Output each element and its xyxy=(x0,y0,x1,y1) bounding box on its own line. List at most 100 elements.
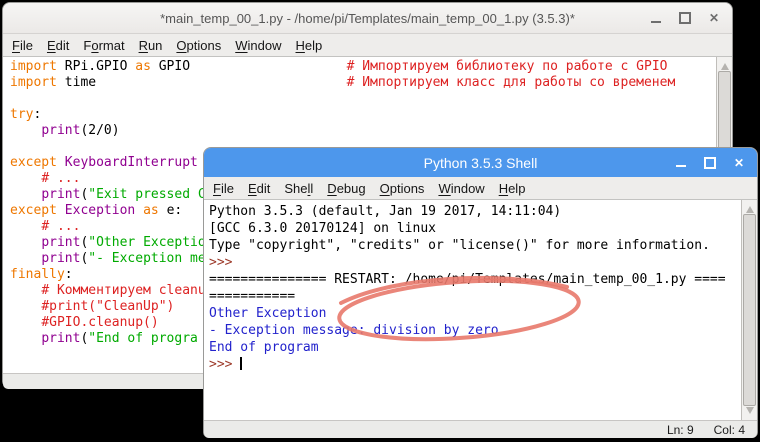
text-segment: : xyxy=(65,267,73,282)
text-segment: =============== RESTART: /home/pi/Templa… xyxy=(209,272,726,287)
text-segment: Type "copyright", "credits" or "license(… xyxy=(209,238,710,253)
shell-text-area[interactable]: Python 3.5.3 (default, Jan 19 2017, 14:1… xyxy=(204,200,741,420)
editor-code-line xyxy=(10,91,716,107)
menu-item-options[interactable]: Options xyxy=(169,38,228,53)
text-segment: KeyboardInterrupt xyxy=(65,155,198,170)
menu-item-shell[interactable]: Shell xyxy=(277,181,320,196)
text-segment: : xyxy=(33,107,41,122)
maximize-button[interactable] xyxy=(703,155,717,171)
text-segment: import xyxy=(10,75,65,90)
scroll-down-icon[interactable] xyxy=(746,407,754,418)
shell-window: Python 3.5.3 Shell ✕ FileEditShellDebugO… xyxy=(203,147,758,438)
maximize-button[interactable] xyxy=(678,10,692,26)
text-segment: "- Exception me xyxy=(88,251,205,266)
text-segment: GPIO xyxy=(159,59,190,74)
text-segment: #GPIO.cleanup() xyxy=(41,315,158,330)
close-icon: ✕ xyxy=(734,157,744,169)
shell-line: - Exception message: division by zero xyxy=(209,322,741,339)
text-segment xyxy=(10,315,41,330)
menu-item-help[interactable]: Help xyxy=(289,38,330,53)
text-segment: End of program xyxy=(209,340,319,355)
text-segment: "Exit pressed C xyxy=(88,187,205,202)
shell-line: =============== RESTART: /home/pi/Templa… xyxy=(209,271,741,288)
column-indicator: Col: 4 xyxy=(714,423,745,437)
text-segment: # Импортируем класс для работы со времен… xyxy=(347,75,676,90)
text-segment xyxy=(10,235,41,250)
minimize-button[interactable] xyxy=(649,10,663,26)
text-segment: print xyxy=(41,251,80,266)
editor-code-line: import RPi.GPIO as GPIO # Импортируем би… xyxy=(10,59,716,75)
menu-item-file[interactable]: File xyxy=(206,181,241,196)
shell-line: End of program xyxy=(209,339,741,356)
menu-item-help[interactable]: Help xyxy=(492,181,533,196)
editor-window-title: *main_temp_00_1.py - /home/pi/Templates/… xyxy=(160,11,575,26)
text-segment: time xyxy=(65,75,96,90)
text-segment xyxy=(10,283,41,298)
menu-item-edit[interactable]: Edit xyxy=(40,38,76,53)
text-segment: # ... xyxy=(41,219,80,234)
text-segment: as xyxy=(143,203,166,218)
text-segment: # ... xyxy=(41,171,80,186)
text-segment: "End of progra xyxy=(88,331,198,346)
shell-line: >>> xyxy=(209,254,741,271)
close-button[interactable]: ✕ xyxy=(707,10,721,26)
menu-item-debug[interactable]: Debug xyxy=(320,181,372,196)
minimize-button[interactable] xyxy=(674,155,688,171)
text-segment: # Импортируем библиотеку по работе с GPI… xyxy=(347,59,668,74)
scroll-up-icon[interactable] xyxy=(746,202,754,213)
text-segment: "Other Exceptio xyxy=(88,235,205,250)
menu-item-window[interactable]: Window xyxy=(228,38,288,53)
shell-menubar: FileEditShellDebugOptionsWindowHelp xyxy=(204,177,757,200)
maximize-icon xyxy=(679,12,691,24)
text-segment: - Exception message: division by zero xyxy=(209,323,499,338)
menu-item-window[interactable]: Window xyxy=(431,181,491,196)
text-segment xyxy=(10,219,41,234)
editor-code-line: print(2/0) xyxy=(10,123,716,139)
close-icon: ✕ xyxy=(709,12,719,24)
editor-code-line: import time # Импортируем класс для рабо… xyxy=(10,75,716,91)
close-button[interactable]: ✕ xyxy=(732,155,746,171)
text-segment xyxy=(10,331,41,346)
maximize-icon xyxy=(704,157,716,169)
text-cursor xyxy=(240,357,242,370)
text-segment: print xyxy=(41,331,80,346)
text-segment: print xyxy=(41,123,80,138)
shell-line: Type "copyright", "credits" or "license(… xyxy=(209,237,741,254)
text-segment xyxy=(10,187,41,202)
text-segment: Other Exception xyxy=(209,306,326,321)
menu-item-edit[interactable]: Edit xyxy=(241,181,277,196)
menu-item-file[interactable]: File xyxy=(5,38,40,53)
scroll-up-icon[interactable] xyxy=(721,59,729,70)
text-segment: except xyxy=(10,155,65,170)
minimize-icon xyxy=(651,21,661,23)
minimize-icon xyxy=(676,165,686,167)
editor-titlebar[interactable]: *main_temp_00_1.py - /home/pi/Templates/… xyxy=(3,3,732,34)
shell-line: Other Exception xyxy=(209,305,741,322)
text-segment: finally xyxy=(10,267,65,282)
line-indicator: Ln: 9 xyxy=(667,423,694,437)
shell-statusbar: Ln: 9 Col: 4 xyxy=(204,420,757,438)
text-segment xyxy=(10,123,41,138)
text-segment xyxy=(190,59,347,74)
shell-vertical-scrollbar[interactable] xyxy=(741,200,757,420)
shell-line: Python 3.5.3 (default, Jan 19 2017, 14:1… xyxy=(209,203,741,220)
window-controls: ✕ xyxy=(649,3,721,33)
text-segment: Python 3.5.3 (default, Jan 19 2017, 14:1… xyxy=(209,204,569,219)
shell-content: Python 3.5.3 (default, Jan 19 2017, 14:1… xyxy=(204,200,757,420)
menu-item-run[interactable]: Run xyxy=(132,38,170,53)
text-segment: #print("CleanUp") xyxy=(41,299,174,314)
scrollbar-thumb[interactable] xyxy=(743,214,756,406)
text-segment: Exception xyxy=(65,203,135,218)
menu-item-options[interactable]: Options xyxy=(373,181,432,196)
text-segment: import xyxy=(10,59,65,74)
text-segment xyxy=(10,171,41,186)
text-segment: =========== xyxy=(209,289,295,304)
text-segment: (2/0) xyxy=(80,123,119,138)
text-segment: # Комментируем cleanu xyxy=(41,283,205,298)
text-segment: >>> xyxy=(209,255,240,270)
menu-item-format[interactable]: Format xyxy=(76,38,131,53)
text-segment xyxy=(10,299,41,314)
text-segment: as xyxy=(135,59,158,74)
shell-titlebar[interactable]: Python 3.5.3 Shell ✕ xyxy=(204,148,757,177)
text-segment: >>> xyxy=(209,357,240,372)
